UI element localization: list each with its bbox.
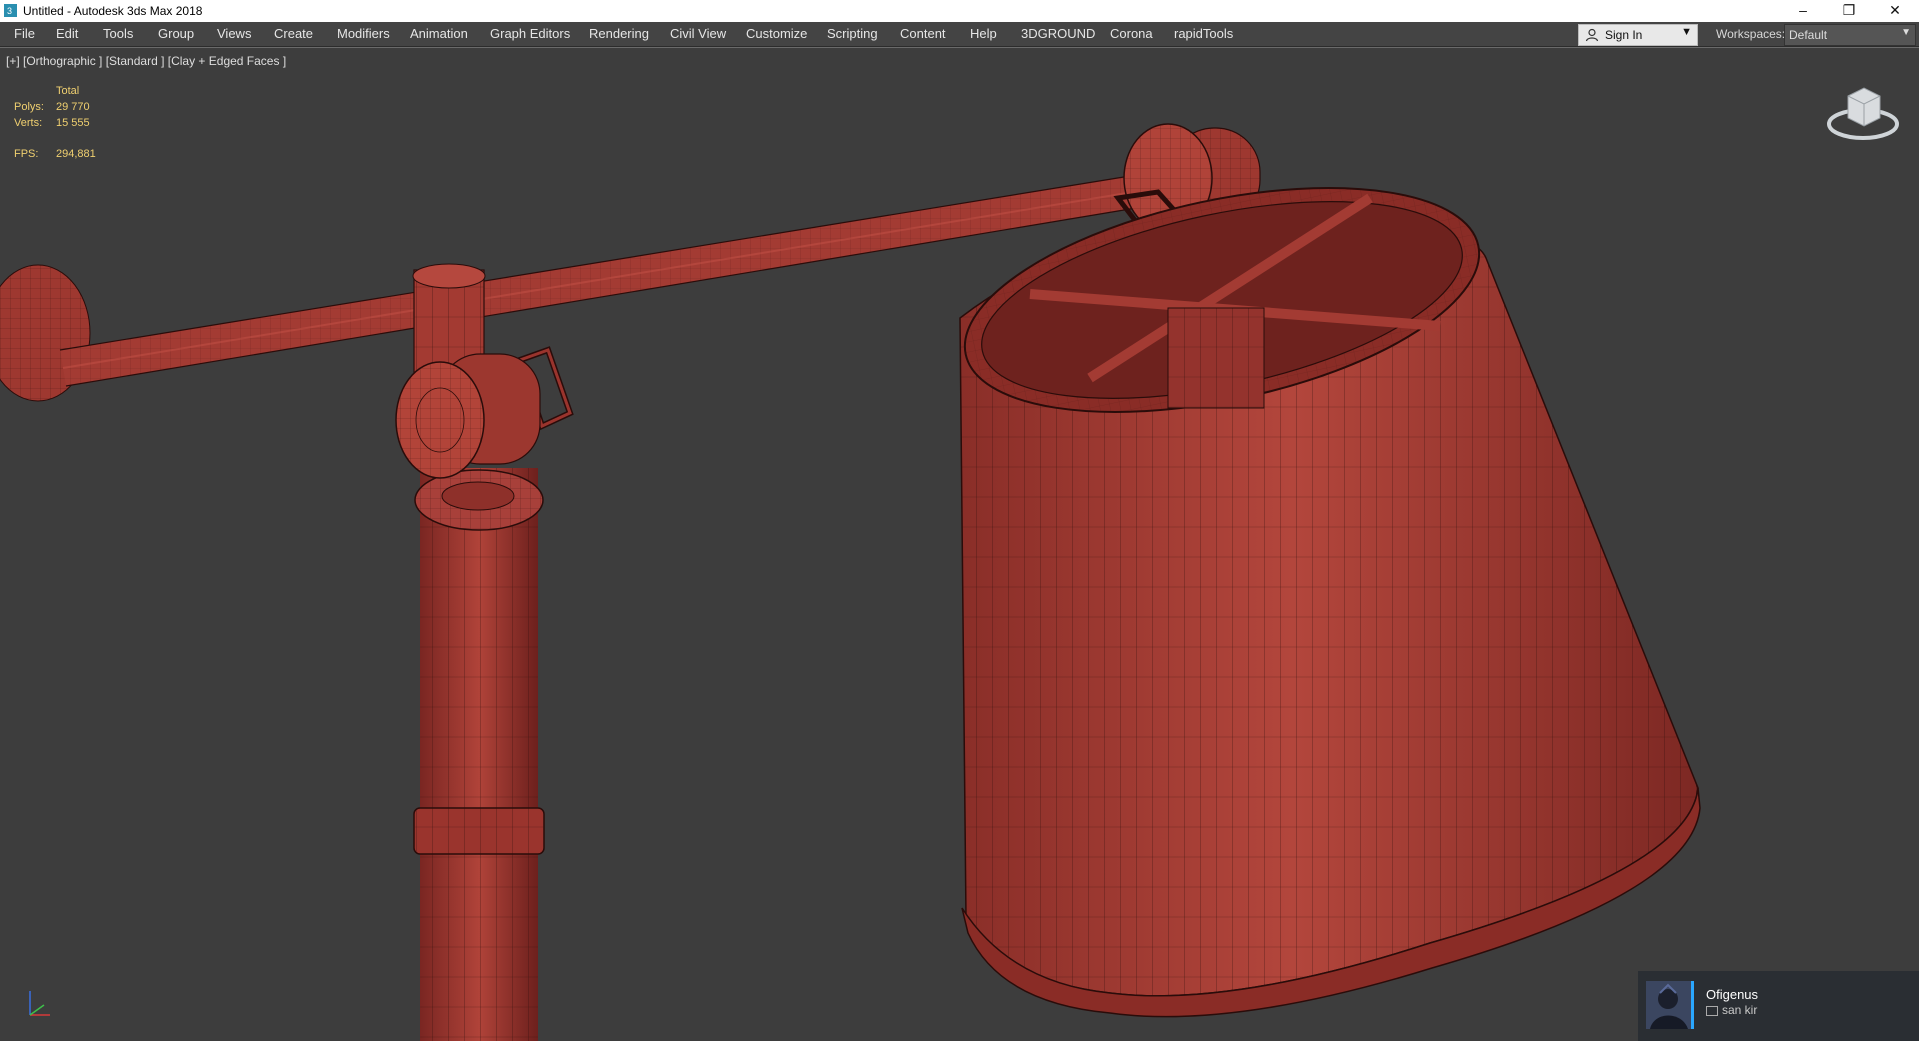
sign-in-dropdown[interactable]: Sign In ▼: [1578, 24, 1698, 46]
menu-views[interactable]: Views: [217, 26, 251, 41]
menu-3dground[interactable]: 3DGROUND: [1021, 26, 1095, 41]
lamp-pole: [413, 468, 545, 1041]
menu-corona[interactable]: Corona: [1110, 26, 1153, 41]
app-icon: 3: [4, 4, 17, 17]
menu-modifiers[interactable]: Modifiers: [337, 26, 390, 41]
stats-header: Total: [56, 85, 80, 97]
notification-message: san kir: [1722, 1003, 1758, 1017]
menu-tools[interactable]: Tools: [103, 26, 133, 41]
fps-value: 294,881: [56, 148, 96, 160]
chevron-down-icon: ▼: [1901, 27, 1911, 38]
close-button[interactable]: ✕: [1872, 0, 1918, 22]
workspace-select[interactable]: Default ▼: [1784, 24, 1916, 46]
lamp-shade: [959, 187, 1701, 1018]
viewport-perspective[interactable]: [+] [Orthographic ] [Standard ] [Clay + …: [0, 47, 1919, 1041]
avatar-image-icon: [1650, 983, 1688, 1029]
menu-file[interactable]: File: [14, 26, 35, 41]
menu-customize[interactable]: Customize: [746, 26, 807, 41]
workspace-value: Default: [1789, 28, 1828, 42]
sign-in-label: Sign In: [1605, 28, 1643, 42]
title-bar: 3 Untitled - Autodesk 3ds Max 2018 – ❐ ✕: [0, 0, 1919, 22]
notification-name: Ofigenus: [1706, 987, 1759, 1002]
message-icon: [1706, 1006, 1718, 1016]
viewport-label[interactable]: [+] [Orthographic ] [Standard ] [Clay + …: [6, 54, 286, 68]
notification-toast[interactable]: Ofigenus san kir: [1638, 971, 1919, 1041]
menu-rapidtools[interactable]: rapidTools: [1174, 26, 1233, 41]
menu-graph-editors[interactable]: Graph Editors: [490, 26, 570, 41]
chevron-down-icon: ▼: [1681, 26, 1692, 38]
polys-value: 29 770: [56, 101, 90, 113]
viewcube-icon[interactable]: [1826, 82, 1900, 144]
verts-value: 15 555: [56, 117, 90, 129]
fps-label: FPS:: [14, 148, 39, 160]
menu-edit[interactable]: Edit: [56, 26, 78, 41]
workspaces-label: Workspaces:: [1716, 27, 1786, 41]
menu-help[interactable]: Help: [970, 26, 997, 41]
menu-animation[interactable]: Animation: [410, 26, 468, 41]
verts-label: Verts:: [14, 117, 43, 129]
minimize-button[interactable]: –: [1780, 0, 1826, 22]
menu-civil-view[interactable]: Civil View: [670, 26, 726, 41]
menu-create[interactable]: Create: [274, 26, 313, 41]
scene-model: [0, 123, 1701, 1041]
avatar: [1646, 981, 1694, 1029]
restore-button[interactable]: ❐: [1826, 0, 1872, 22]
menu-scripting[interactable]: Scripting: [827, 26, 878, 41]
menu-rendering[interactable]: Rendering: [589, 26, 649, 41]
axis-tripod-icon: [29, 991, 50, 1016]
menu-content[interactable]: Content: [900, 26, 946, 41]
user-icon: [1585, 28, 1599, 42]
polys-label: Polys:: [14, 101, 44, 113]
window-title: Untitled - Autodesk 3ds Max 2018: [23, 4, 203, 18]
menu-group[interactable]: Group: [158, 26, 194, 41]
svg-text:3: 3: [7, 6, 12, 16]
